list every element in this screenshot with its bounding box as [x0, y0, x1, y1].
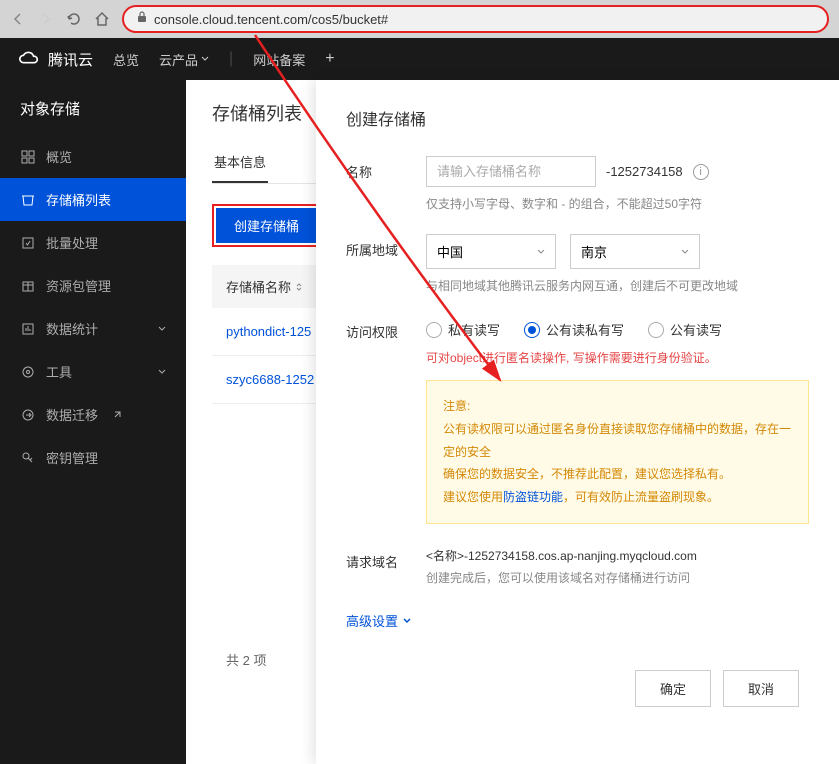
chevron-down-icon — [402, 616, 412, 626]
confirm-button[interactable]: 确定 — [635, 670, 711, 707]
domain-hint: 创建完成后，您可以使用该域名对存储桶进行访问 — [426, 568, 809, 590]
name-hint: 仅支持小写字母、数字和 - 的组合，不能超过50字符 — [426, 195, 809, 212]
antileech-link[interactable]: 防盗链功能 — [503, 490, 563, 504]
chevron-down-icon — [537, 248, 545, 256]
create-bucket-modal: 创建存储桶 名称 -1252734158 i 仅支持小写字母、数字和 - 的组合… — [316, 80, 839, 764]
stats-icon — [20, 321, 36, 337]
forward-button[interactable] — [38, 11, 54, 27]
tool-icon — [20, 364, 36, 380]
create-button-highlight: 创建存储桶 — [212, 204, 321, 247]
cancel-button[interactable]: 取消 — [723, 670, 799, 707]
lock-icon — [136, 10, 148, 28]
country-select[interactable]: 中国 — [426, 234, 556, 269]
radio-private[interactable]: 私有读写 — [426, 320, 500, 339]
sidebar-item-package[interactable]: 资源包管理 — [0, 264, 186, 307]
migrate-icon — [20, 407, 36, 423]
advanced-toggle[interactable]: 高级设置 — [346, 611, 809, 630]
key-icon — [20, 450, 36, 466]
bucket-icon — [20, 192, 36, 208]
main-content: 存储桶列表 基本信息 创建存储桶 存储桶名称 pythondict-125 sz… — [186, 80, 839, 764]
address-bar[interactable]: console.cloud.tencent.com/cos5/bucket# — [122, 5, 829, 33]
region-label: 所属地域 — [346, 234, 426, 259]
city-select[interactable]: 南京 — [570, 234, 700, 269]
radio-public-rw[interactable]: 公有读写 — [648, 320, 722, 339]
name-label: 名称 — [346, 156, 426, 181]
radio-public-read[interactable]: 公有读私有写 — [524, 320, 624, 339]
browser-toolbar: console.cloud.tencent.com/cos5/bucket# — [0, 0, 839, 38]
sidebar-item-stats[interactable]: 数据统计 — [0, 307, 186, 350]
sidebar-item-tools[interactable]: 工具 — [0, 350, 186, 393]
sidebar-item-batch[interactable]: 批量处理 — [0, 221, 186, 264]
sidebar-item-overview[interactable]: 概览 — [0, 135, 186, 178]
app-header: 腾讯云 总览 云产品 | 网站备案 + — [0, 38, 839, 80]
grid-icon — [20, 149, 36, 165]
sort-icon[interactable] — [294, 282, 304, 292]
header-overview[interactable]: 总览 — [113, 50, 139, 69]
header-products[interactable]: 云产品 — [159, 50, 209, 69]
region-hint: 与相同地域其他腾讯云服务内网互通，创建后不可更改地域 — [426, 277, 809, 294]
bucket-name-input[interactable] — [426, 156, 596, 187]
batch-icon — [20, 235, 36, 251]
home-button[interactable] — [94, 11, 110, 27]
permission-label: 访问权限 — [346, 316, 426, 341]
notice-box: 注意: 公有读权限可以通过匿名身份直接读取您存储桶中的数据，存在一定的安全 确保… — [426, 380, 809, 524]
bucket-suffix: -1252734158 — [606, 164, 683, 179]
domain-label: 请求域名 — [346, 546, 426, 571]
create-bucket-button[interactable]: 创建存储桶 — [216, 208, 317, 243]
url-text: console.cloud.tencent.com/cos5/bucket# — [154, 12, 388, 27]
header-add[interactable]: + — [325, 50, 334, 68]
external-icon — [112, 410, 122, 420]
help-icon[interactable]: i — [693, 164, 709, 180]
domain-value: <名称>-1252734158.cos.ap-nanjing.myqcloud.… — [426, 546, 809, 568]
header-beian[interactable]: 网站备案 — [253, 50, 305, 69]
package-icon — [20, 278, 36, 294]
chevron-down-icon — [681, 248, 689, 256]
sidebar-item-bucket-list[interactable]: 存储桶列表 — [0, 178, 186, 221]
sidebar: 对象存储 概览 存储桶列表 批量处理 资源包管理 数据统计 工具 数据迁移 密钥… — [0, 80, 186, 764]
sidebar-item-migrate[interactable]: 数据迁移 — [0, 393, 186, 436]
modal-title: 创建存储桶 — [346, 106, 809, 130]
permission-warning: 可对object进行匿名读操作, 写操作需要进行身份验证。 — [426, 349, 809, 366]
reload-button[interactable] — [66, 11, 82, 27]
tab-basic-info[interactable]: 基本信息 — [212, 142, 268, 183]
sidebar-title: 对象存储 — [0, 80, 186, 135]
cloud-logo-icon — [18, 48, 40, 70]
back-button[interactable] — [10, 11, 26, 27]
sidebar-item-keys[interactable]: 密钥管理 — [0, 436, 186, 479]
brand-logo[interactable]: 腾讯云 — [18, 48, 93, 70]
